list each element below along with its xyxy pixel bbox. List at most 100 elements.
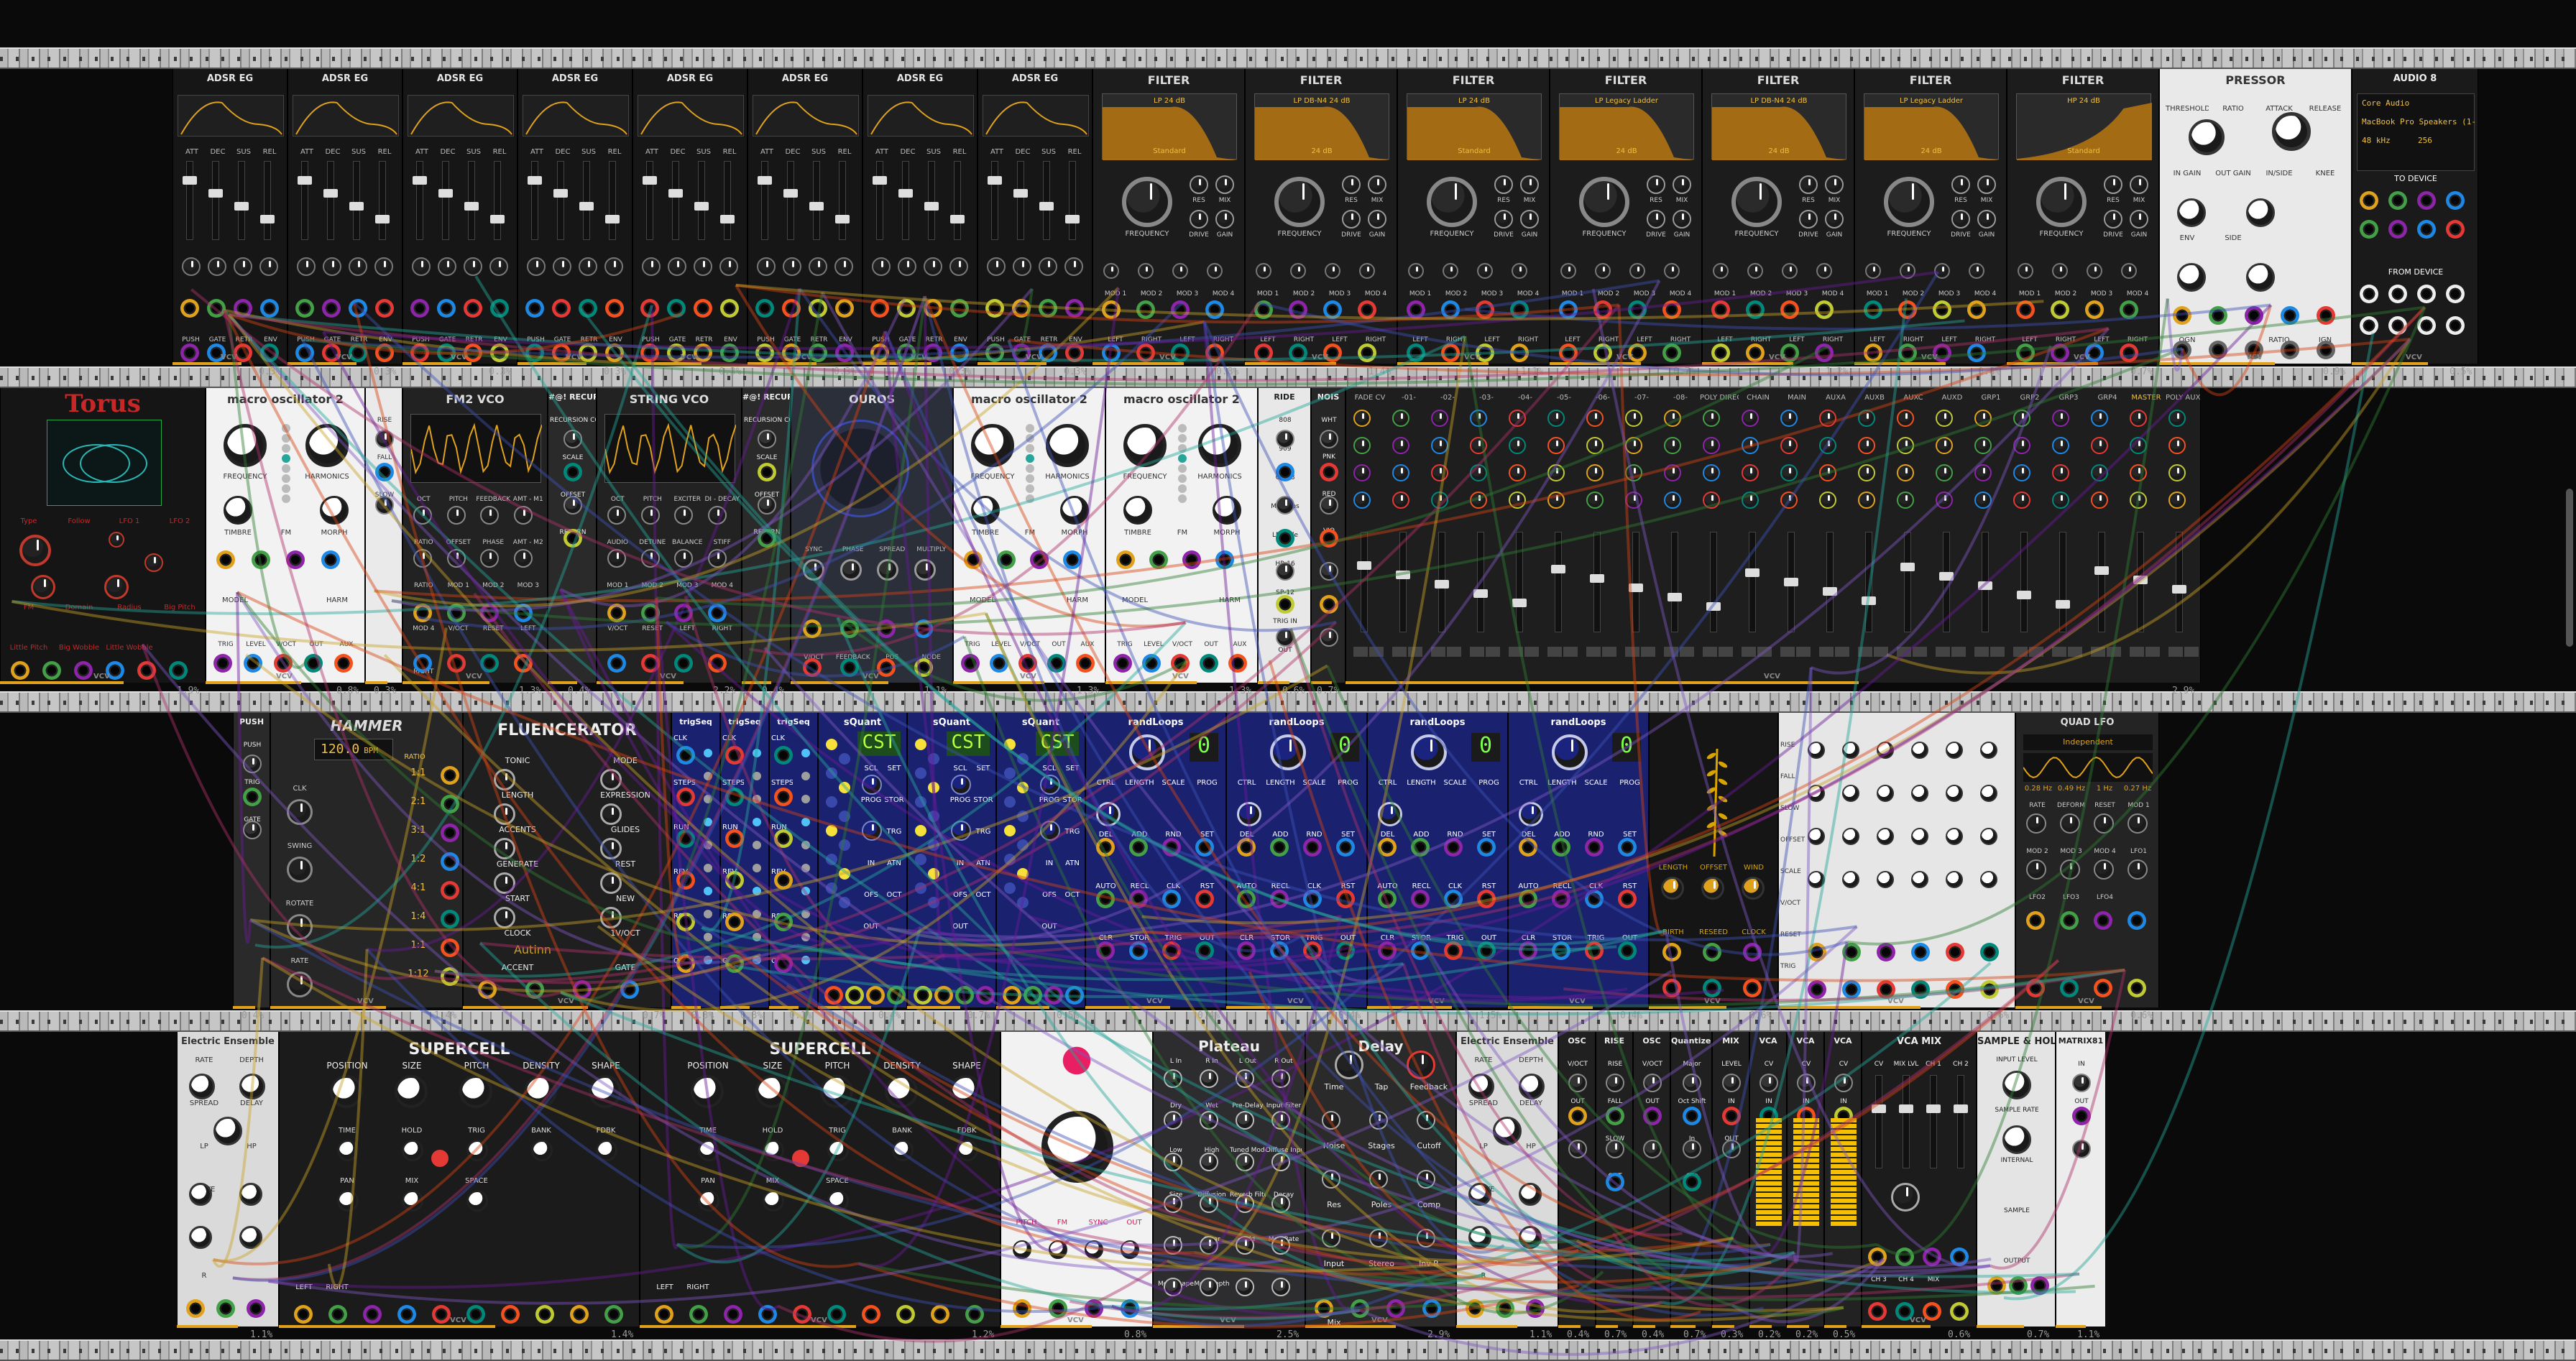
- jack-socket[interactable]: [1076, 654, 1095, 673]
- knob[interactable]: [1320, 628, 1338, 647]
- knob[interactable]: [1417, 1111, 1435, 1130]
- knob[interactable]: [1342, 175, 1361, 194]
- jack-socket[interactable]: [931, 1305, 949, 1324]
- jack-socket[interactable]: [1946, 980, 1964, 999]
- knob[interactable]: [31, 575, 55, 599]
- jack-socket[interactable]: [1336, 838, 1355, 857]
- jack-socket[interactable]: [774, 829, 793, 848]
- jack-socket[interactable]: [573, 980, 592, 999]
- knob[interactable]: [1897, 464, 1914, 481]
- jack-socket[interactable]: [501, 1305, 520, 1324]
- knob[interactable]: [1103, 263, 1119, 279]
- knob[interactable]: [1884, 177, 1934, 227]
- jack-socket[interactable]: [216, 1299, 235, 1318]
- jack-socket[interactable]: [877, 658, 896, 677]
- jack-socket[interactable]: [579, 299, 597, 318]
- jack-socket[interactable]: [2128, 979, 2146, 997]
- jack-socket[interactable]: [725, 788, 744, 806]
- module-adsr-6[interactable]: ADSR EG ATT DEC SUS REL PUSH GATE RETR ENV VCV: [748, 69, 862, 364]
- channel-fader[interactable]: [1872, 1075, 1886, 1168]
- note-led[interactable]: [839, 839, 850, 851]
- jack-socket[interactable]: [1237, 838, 1256, 857]
- jack-socket[interactable]: [1162, 838, 1181, 857]
- module-adsr-7[interactable]: ADSR EG ATT DEC SUS REL PUSH GATE RETR ENV VCV: [862, 69, 978, 364]
- jack-socket[interactable]: [689, 1305, 708, 1324]
- jack-socket[interactable]: [1228, 654, 1247, 673]
- jack-socket[interactable]: [1171, 300, 1190, 319]
- knob[interactable]: [600, 838, 622, 859]
- jack-socket[interactable]: [1149, 550, 1168, 569]
- channel-fader[interactable]: [1551, 532, 1565, 632]
- solo-button[interactable]: [1563, 647, 1578, 657]
- jack-socket[interactable]: [1593, 300, 1612, 319]
- knob[interactable]: [1468, 1183, 1491, 1206]
- knob[interactable]: [1673, 175, 1691, 194]
- jack-socket[interactable]: [375, 343, 394, 362]
- knob[interactable]: [1519, 1226, 1542, 1249]
- knob[interactable]: [783, 257, 801, 276]
- knob[interactable]: [1470, 464, 1487, 481]
- jack-socket[interactable]: [1270, 941, 1289, 960]
- jack-socket[interactable]: [1746, 300, 1765, 319]
- knob[interactable]: [1808, 871, 1825, 888]
- knob[interactable]: [707, 549, 727, 568]
- channel-fader[interactable]: [1745, 532, 1760, 632]
- jack-socket[interactable]: [1898, 300, 1917, 319]
- knob[interactable]: [1138, 263, 1154, 279]
- knob[interactable]: [763, 1190, 784, 1212]
- knob[interactable]: [1060, 496, 1089, 525]
- jack-socket[interactable]: [1526, 1299, 1545, 1318]
- jack-socket[interactable]: [1195, 890, 1214, 908]
- jack-socket[interactable]: [782, 299, 801, 318]
- jack-socket[interactable]: [914, 986, 932, 1005]
- knob[interactable]: [1520, 210, 1539, 229]
- knob[interactable]: [1411, 734, 1447, 770]
- module-pressor[interactable]: PRESSOR THRESHOLD RATIO ATTACK RELEASE IN GAI…: [2159, 69, 2352, 364]
- module-ensemble-2[interactable]: Electric Ensemble RATE DEPTH SPREAD DELAY LP H…: [1456, 1032, 1558, 1327]
- model-led[interactable]: [1178, 424, 1187, 433]
- knob[interactable]: [1780, 410, 1798, 427]
- knob[interactable]: [1512, 263, 1527, 279]
- jack-socket[interactable]: [605, 343, 624, 362]
- knob[interactable]: [1129, 734, 1165, 770]
- jack-socket[interactable]: [1780, 300, 1799, 319]
- solo-button[interactable]: [1835, 647, 1849, 657]
- jack-socket[interactable]: [870, 343, 889, 362]
- jack-socket[interactable]: [1895, 1247, 1914, 1266]
- knob[interactable]: [1579, 177, 1629, 227]
- knob[interactable]: [1046, 424, 1089, 467]
- jack-socket[interactable]: [720, 299, 739, 318]
- module-rise-small[interactable]: RISERISEFALLSLOWOUT: [1596, 1032, 1633, 1327]
- jack-socket[interactable]: [1386, 1299, 1405, 1318]
- jack-socket[interactable]: [976, 986, 995, 1005]
- note-led[interactable]: [915, 854, 926, 865]
- jack-socket[interactable]: [914, 658, 933, 677]
- knob[interactable]: [224, 496, 252, 525]
- mute-button[interactable]: [1547, 647, 1562, 657]
- knob[interactable]: [758, 430, 776, 448]
- note-led[interactable]: [1004, 825, 1016, 836]
- jack-socket[interactable]: [1003, 986, 1021, 1005]
- jack-socket[interactable]: [207, 299, 226, 318]
- jack-socket[interactable]: [2030, 1276, 2049, 1295]
- knob[interactable]: [1236, 1069, 1254, 1088]
- jack-socket[interactable]: [1877, 980, 1895, 999]
- model-led[interactable]: [282, 464, 290, 473]
- jack-socket[interactable]: [964, 550, 983, 569]
- knob[interactable]: [1946, 828, 1963, 845]
- knob[interactable]: [494, 803, 515, 825]
- model-led[interactable]: [1178, 474, 1187, 483]
- knob[interactable]: [1808, 742, 1825, 759]
- jack-socket[interactable]: [2281, 306, 2299, 325]
- jack-socket[interactable]: [1618, 890, 1637, 908]
- knob[interactable]: [1625, 410, 1642, 427]
- knob[interactable]: [1520, 175, 1539, 194]
- module-randloops-4[interactable]: randLoops 0 CTRL LENGTH SCALE PROG DEL ADD RND SE…: [1508, 713, 1649, 1007]
- knob[interactable]: [213, 1117, 242, 1145]
- step-led[interactable]: [704, 841, 712, 849]
- module-vca-1[interactable]: VCACVINOUT: [1749, 1032, 1787, 1327]
- model-led[interactable]: [1026, 484, 1034, 493]
- envelope-slider[interactable]: [490, 161, 505, 240]
- knob[interactable]: [2026, 859, 2046, 880]
- knob[interactable]: [1276, 430, 1294, 448]
